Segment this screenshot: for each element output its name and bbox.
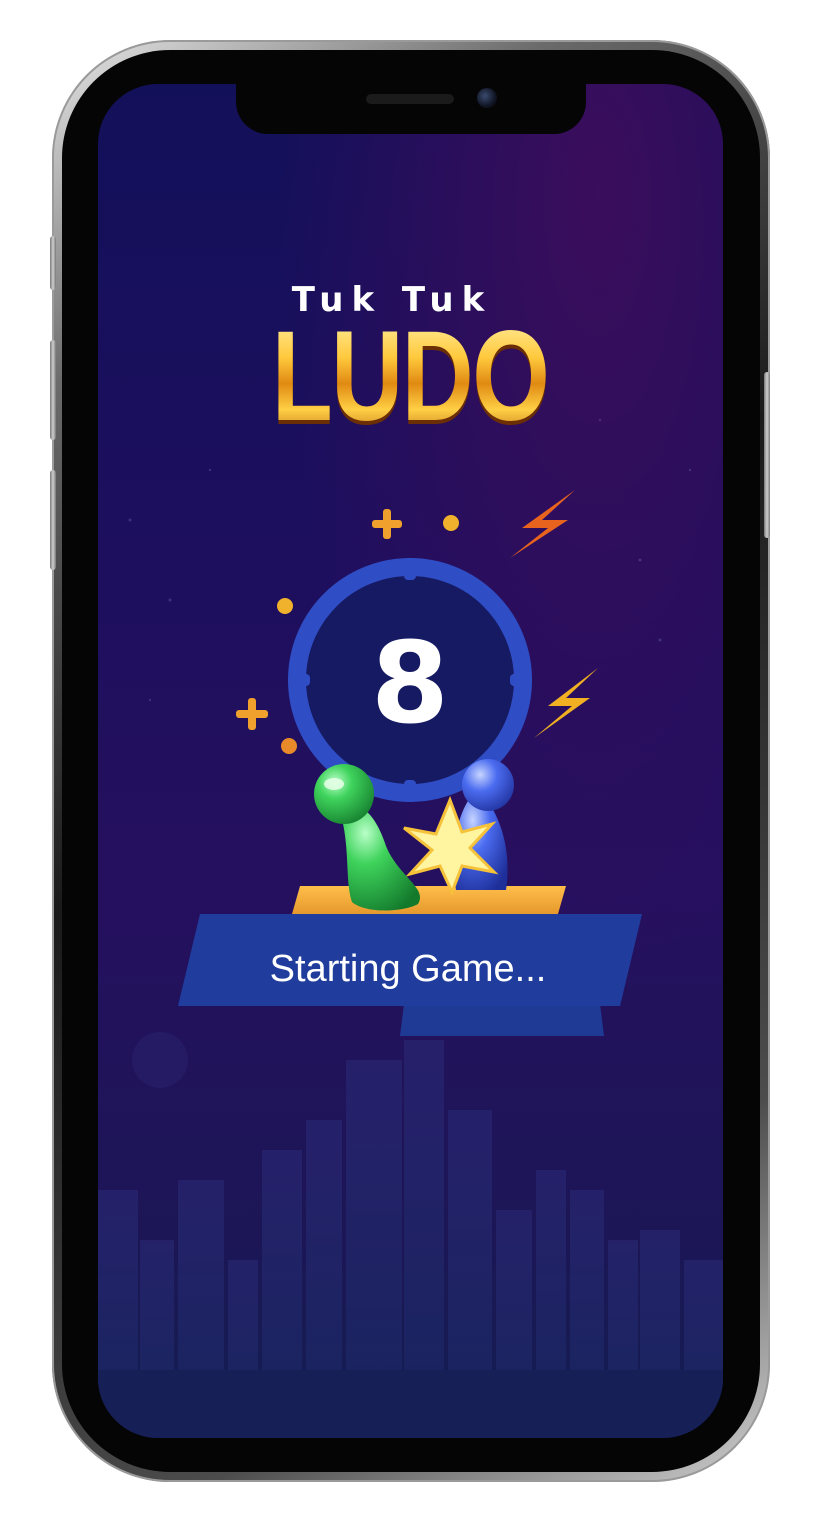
lightning-bolt-icon bbox=[510, 490, 575, 558]
plus-icon bbox=[236, 698, 268, 730]
phone-notch bbox=[236, 84, 586, 134]
city-skyline bbox=[98, 1040, 723, 1438]
status-message: Starting Game... bbox=[269, 948, 547, 990]
plus-icon bbox=[372, 509, 402, 539]
dot-icon bbox=[277, 598, 293, 614]
dot-icon bbox=[281, 738, 297, 754]
logo-title-line2: LUDO bbox=[90, 312, 730, 442]
dot-icon bbox=[443, 515, 459, 531]
front-camera bbox=[477, 88, 497, 108]
scene-artwork bbox=[98, 418, 723, 1438]
earpiece-speaker bbox=[366, 94, 454, 104]
lightning-bolt-icon bbox=[534, 668, 598, 738]
countdown-value: 8 bbox=[371, 619, 449, 749]
